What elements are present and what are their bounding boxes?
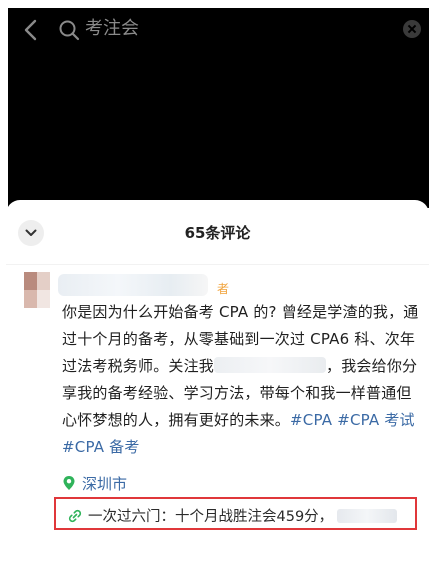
avatar[interactable] [24,272,50,308]
comment-text: 你是因为什么开始备考 CPA 的? 曾经是学渣的我，通过十个月的备考，从零基础到… [62,299,424,461]
top-search-bar: 考注会 [8,8,429,208]
divider [6,264,429,265]
back-arrow-icon [24,19,37,41]
author-tag: 者 [217,282,230,296]
masked-text [214,357,327,373]
search-input[interactable]: 考注会 [85,17,139,41]
link-text: 一次过六门：十个月战胜注会459分， [88,505,398,526]
location-tag[interactable]: 深圳市 [62,472,127,494]
back-button[interactable] [18,16,44,44]
search-icon[interactable] [58,19,80,41]
comments-sheet: 65条评论 者 你是因为什么开始备考 CPA 的? 曾经是学渣的我，通过十个月的… [6,200,429,568]
related-link[interactable]: 一次过六门：十个月战胜注会459分， [68,505,398,526]
comment-count-title: 65条评论 [184,224,251,242]
location-text: 深圳市 [82,474,128,493]
hashtag[interactable]: #CPA 备考 [62,438,140,456]
hashtag[interactable]: #CPA [290,411,332,429]
link-label: 一次过六门：十个月战胜注会459分， [88,509,334,525]
clear-icon[interactable] [403,20,421,38]
highlighted-link-box: 一次过六门：十个月战胜注会459分， [54,497,417,530]
author-name-blurred[interactable] [58,274,208,296]
hashtag[interactable]: #CPA 考试 [337,411,415,429]
link-icon [68,509,82,522]
link-text-blurred [337,509,398,523]
location-pin-icon [63,476,75,490]
